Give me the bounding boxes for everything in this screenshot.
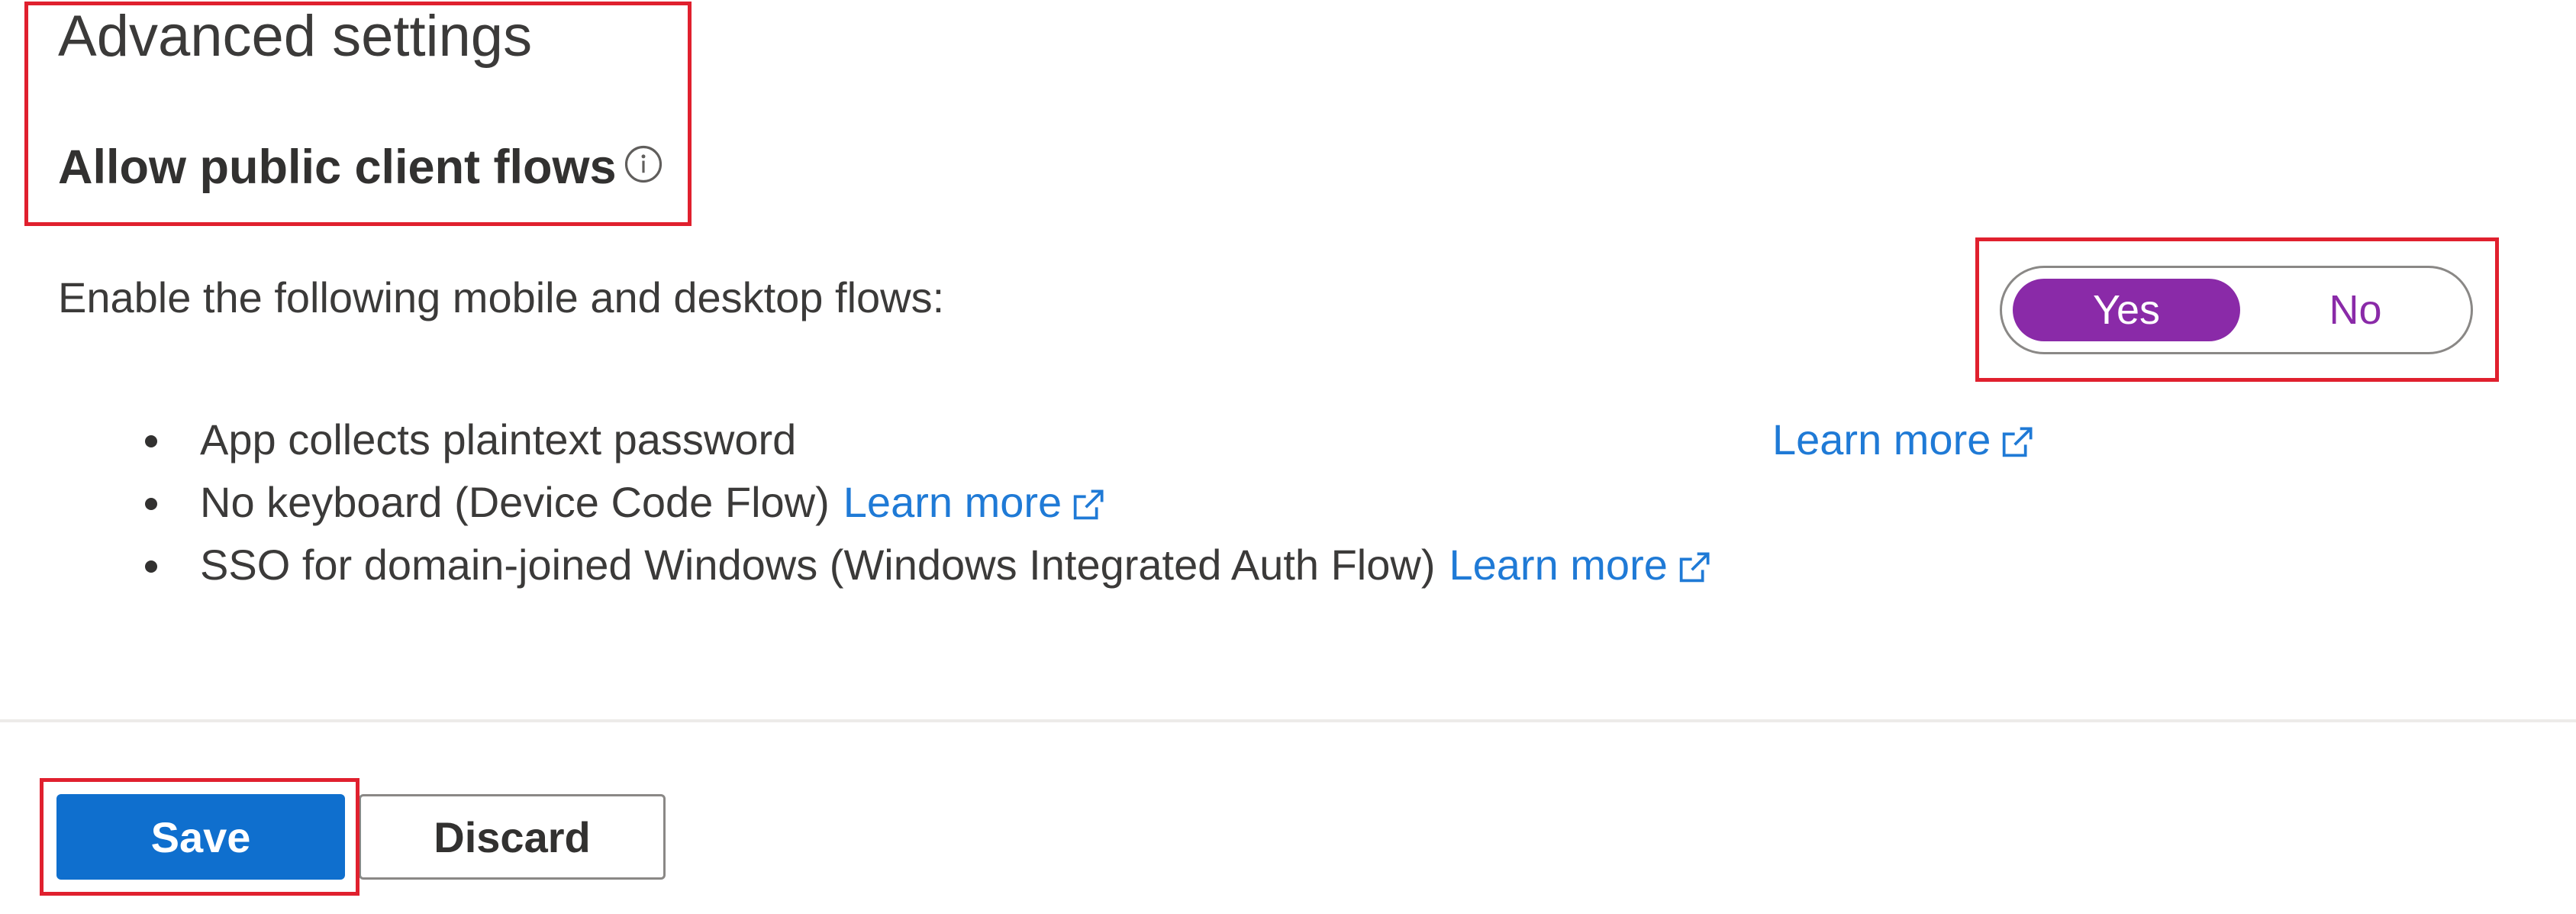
list-item: No keyboard (Device Code Flow) Learn mor… [145,478,1715,544]
list-item: SSO for domain-joined Windows (Windows I… [145,541,1715,606]
bullet-icon [145,435,157,447]
flows-description: Enable the following mobile and desktop … [58,273,945,321]
flow-list: App collects plaintext password No keybo… [145,415,1715,606]
divider [0,719,2576,722]
learn-more-label: Learn more [843,478,1062,526]
toggle-no-option[interactable]: No [2252,279,2458,341]
list-item: App collects plaintext password [145,415,1715,481]
allow-public-client-flows-label: Allow public client flows [58,140,617,194]
bullet-icon [145,498,157,510]
learn-more-link[interactable]: Learn more [1772,418,2038,464]
discard-button[interactable]: Discard [359,794,666,880]
flow-text: App collects plaintext password [200,415,797,463]
advanced-settings-page: Advanced settings Allow public client fl… [0,0,2576,914]
learn-more-link[interactable]: Learn more [1449,544,1714,589]
public-client-flows-toggle[interactable]: Yes No [2000,266,2473,354]
learn-more-label: Learn more [1449,541,1668,589]
info-icon[interactable] [623,144,664,185]
bullet-icon [145,560,157,573]
section-title: Advanced settings [58,4,533,69]
flow-text: SSO for domain-joined Windows (Windows I… [200,541,1436,589]
learn-more-label: Learn more [1772,415,1991,463]
toggle-yes-option[interactable]: Yes [2013,279,2240,341]
external-link-icon [1073,489,1104,520]
save-button[interactable]: Save [56,794,345,880]
external-link-icon [1679,552,1710,583]
learn-more-link[interactable]: Learn more [843,481,1109,527]
flow-text: No keyboard (Device Code Flow) [200,478,830,526]
external-link-icon [2003,427,2033,457]
